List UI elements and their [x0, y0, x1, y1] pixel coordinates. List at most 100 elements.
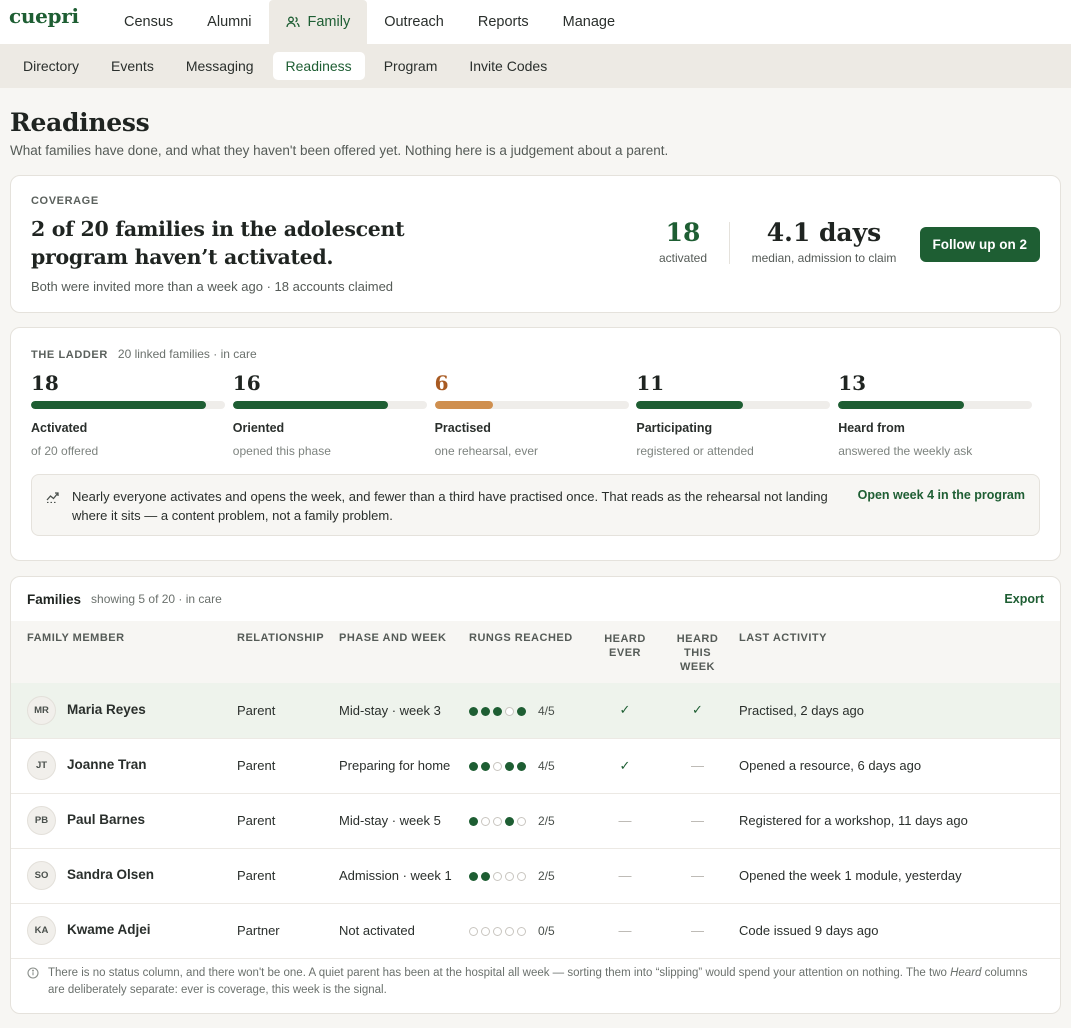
last-activity-cell: Practised, 2 days ago: [739, 702, 865, 718]
col-relationship[interactable]: RELATIONSHIP: [237, 621, 339, 683]
rung-dot: [505, 761, 514, 771]
top-bar: cuepri Census Alumni Family Outreach Rep…: [0, 0, 1071, 44]
nav-tab-census[interactable]: Census: [107, 0, 190, 44]
col-member[interactable]: FAMILY MEMBER: [11, 621, 237, 683]
rung-bar-fill: [636, 401, 744, 409]
rung-dot: [517, 706, 526, 716]
rung-heard-from: 13 Heard from answered the weekly ask: [838, 371, 1040, 458]
subnav-events[interactable]: Events: [98, 52, 167, 80]
app-logo[interactable]: cuepri: [9, 4, 79, 28]
ladder-rungs: 18 Activated of 20 offered 16 Oriented opened…: [31, 371, 1040, 458]
rung-dot: [481, 926, 490, 936]
rung-label: Oriented: [232, 421, 285, 435]
rungs-text: 2/5: [538, 869, 555, 884]
relationship-cell: Partner: [237, 923, 280, 938]
families-title: Families: [27, 591, 82, 607]
table-row[interactable]: KA Kwame Adjei Partner Not activated 0/5 — — Co…: [11, 903, 1060, 958]
export-button[interactable]: Export: [1004, 592, 1044, 606]
nav-tab-family[interactable]: Family: [268, 0, 368, 44]
rung-dot: [493, 926, 502, 936]
subnav-invite-codes[interactable]: Invite Codes: [456, 52, 560, 80]
relationship-cell: Parent: [237, 758, 276, 773]
coverage-headline: 2 of 20 families in the adolescent progr…: [31, 217, 405, 269]
table-row[interactable]: SO Sandra Olsen Parent Admission · week 1 2/…: [11, 848, 1060, 903]
rung-value: 18: [31, 371, 59, 395]
heard-ever-cell: ✓: [594, 738, 666, 793]
rung-dot: [505, 871, 514, 881]
phase-cell: Mid-stay · week 5: [339, 813, 441, 828]
rung-dot: [469, 761, 478, 771]
col-phase[interactable]: PHASE AND WEEK: [339, 621, 469, 683]
rung-dot: [517, 871, 526, 881]
ladder-card: THE LADDER 20 linked families · in care …: [10, 327, 1061, 561]
nav-tab-family-label: Family: [307, 14, 351, 30]
nav-tab-manage[interactable]: Manage: [546, 0, 632, 44]
nav-tab-alumni[interactable]: Alumni: [190, 0, 268, 44]
heard-ever-cell: —: [594, 848, 666, 903]
table-row[interactable]: JT Joanne Tran Parent Preparing for home 4/5…: [11, 738, 1060, 793]
secondary-nav: Directory Events Messaging Readiness Pro…: [0, 44, 1071, 88]
ladder-sub: 20 linked families · in care: [117, 347, 257, 361]
rung-dot: [505, 816, 514, 826]
rung-dot: [517, 926, 526, 936]
rung-bar-fill: [232, 401, 388, 409]
stat-divider: [729, 222, 730, 264]
rungs-text: 4/5: [538, 759, 555, 774]
col-rungs[interactable]: RUNGS REACHED: [469, 621, 594, 683]
rung-dot: [493, 871, 502, 881]
table-row[interactable]: MR Maria Reyes Parent Mid-stay · week 3 4/5 ✓…: [11, 683, 1060, 738]
rungs-cell: 0/5: [469, 903, 594, 958]
open-week-link[interactable]: Open week 4 in the program: [858, 488, 1025, 502]
main-content: Readiness What families have done, and w…: [0, 108, 1071, 1014]
heard-week-mark: —: [691, 923, 704, 938]
table-row[interactable]: PB Paul Barnes Parent Mid-stay · week 5 2/5 —…: [11, 793, 1060, 848]
rung-dot: [517, 816, 526, 826]
heard-week-mark: ✓: [692, 702, 703, 718]
nav-tab-reports[interactable]: Reports: [461, 0, 546, 44]
col-heard-ever[interactable]: HEARD EVER: [594, 621, 666, 683]
median-label: median, admission to claim: [751, 251, 897, 265]
member-name[interactable]: Sandra Olsen: [67, 867, 154, 882]
rung-dot: [469, 816, 478, 826]
rung-dot: [517, 761, 526, 771]
avatar: SO: [27, 861, 56, 890]
heard-ever-mark: —: [618, 868, 632, 883]
member-cell: MR Maria Reyes: [11, 683, 237, 738]
member-cell: PB Paul Barnes: [11, 793, 237, 848]
families-footnote: There is no status column, and there won…: [27, 965, 1044, 999]
subnav-messaging[interactable]: Messaging: [173, 52, 267, 80]
page-title: Readiness: [10, 108, 150, 137]
rung-sub: registered or attended: [636, 444, 754, 458]
phase-cell: Not activated: [339, 923, 415, 938]
member-name[interactable]: Joanne Tran: [67, 757, 147, 772]
col-heard-week[interactable]: HEARD THIS WEEK: [666, 621, 739, 683]
last-activity-cell: Registered for a workshop, 11 days ago: [739, 813, 968, 828]
footnote-emphasis: Heard: [950, 967, 982, 979]
col-last-activity[interactable]: LAST ACTIVITY: [739, 621, 1060, 683]
rung-dot: [481, 871, 490, 881]
last-activity-cell: Opened the week 1 module, yesterday: [739, 868, 962, 883]
follow-up-button[interactable]: Follow up on 2: [919, 227, 1040, 262]
rung-practised: 6 Practised one rehearsal, ever: [434, 371, 637, 458]
rung-value: 16: [232, 371, 261, 395]
rung-bar-fill: [838, 401, 965, 409]
median-stat: 4.1 days median, admission to claim: [749, 218, 899, 265]
rung-value: 6: [434, 371, 449, 395]
member-name[interactable]: Paul Barnes: [67, 812, 145, 827]
subnav-directory[interactable]: Directory: [10, 52, 92, 80]
rungs-text: 0/5: [538, 924, 555, 939]
member-name[interactable]: Kwame Adjei: [67, 922, 151, 937]
nav-tab-outreach[interactable]: Outreach: [367, 0, 461, 44]
rung-dot: [493, 761, 502, 771]
heard-ever-cell: —: [594, 903, 666, 958]
rung-sub: of 20 offered: [31, 444, 99, 458]
member-name[interactable]: Maria Reyes: [67, 702, 146, 717]
subnav-program[interactable]: Program: [371, 52, 451, 80]
rung-dot: [493, 706, 502, 716]
ladder-insight: Nearly everyone activates and opens the …: [31, 474, 1040, 536]
rung-dot: [505, 706, 514, 716]
families-rows: MR Maria Reyes Parent Mid-stay · week 3 4/5 ✓…: [11, 683, 1060, 958]
activated-value: 18: [665, 218, 701, 247]
subnav-readiness[interactable]: Readiness: [272, 52, 365, 80]
heard-week-cell: —: [666, 738, 739, 793]
